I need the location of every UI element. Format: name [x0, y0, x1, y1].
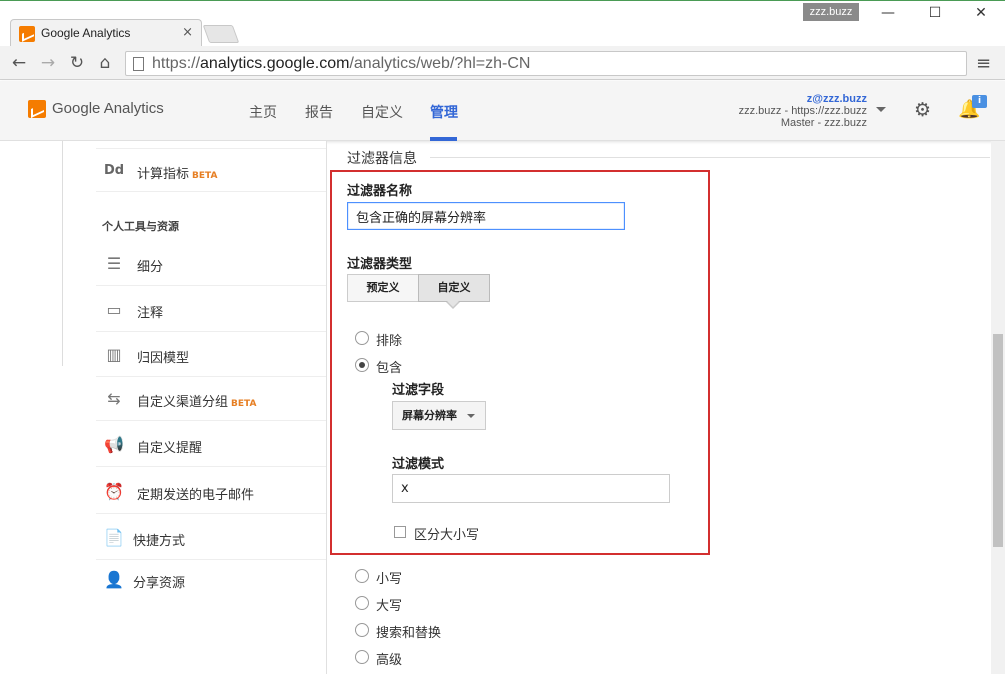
radio-advanced[interactable] — [355, 650, 369, 664]
filter-field-value: 屏幕分辨率 — [402, 409, 457, 422]
radio-search-replace-label[interactable]: 搜索和替换 — [376, 622, 441, 641]
filter-name-label: 过滤器名称 — [347, 184, 413, 199]
close-tab-icon[interactable]: × — [182, 25, 193, 40]
case-sensitive-label[interactable]: 区分大小写 — [414, 524, 479, 543]
radio-advanced-label[interactable]: 高级 — [376, 649, 402, 668]
back-icon[interactable]: ← — [8, 52, 30, 74]
filter-name-input[interactable] — [347, 202, 625, 230]
account-property[interactable]: zzz.buzz - https://zzz.buzz — [739, 105, 867, 117]
document-icon: 📄 — [104, 528, 124, 547]
radio-lowercase[interactable] — [355, 569, 369, 583]
reload-icon[interactable]: ↻ — [66, 52, 88, 74]
filter-field-dropdown[interactable]: 屏幕分辨率 — [392, 401, 486, 430]
channel-grouping-icon: ⇆ — [107, 389, 121, 408]
sidebar-item-share-assets[interactable]: 👤 分享资源 — [96, 558, 326, 602]
sidebar-divider — [62, 141, 63, 366]
page-icon — [133, 57, 144, 71]
nav-reports[interactable]: 报告 — [305, 102, 333, 122]
segments-icon: ☰ — [106, 254, 122, 273]
sidebar-item-segments[interactable]: ☰ 细分 — [96, 242, 326, 286]
nav-customization[interactable]: 自定义 — [361, 102, 403, 122]
beta-badge: BETA — [192, 171, 218, 181]
selected-tab-pointer — [446, 301, 460, 309]
radio-include[interactable] — [355, 358, 369, 372]
nav-admin[interactable]: 管理 — [430, 102, 458, 122]
radio-exclude-label[interactable]: 排除 — [376, 330, 402, 349]
ga-logo-text[interactable]: Google Analytics — [52, 100, 164, 117]
sidebar-item-label: 快捷方式 — [133, 534, 186, 549]
radio-search-replace[interactable] — [355, 623, 369, 637]
sidebar-item-label: 细分 — [137, 260, 164, 275]
sidebar-item-label: 自定义提醒 — [137, 441, 203, 456]
sidebar-item-calculated-metrics[interactable]: Dd 计算指标 BETA — [96, 148, 326, 192]
sidebar-item-label: 分享资源 — [133, 576, 186, 591]
add-user-icon: 👤 — [104, 570, 124, 589]
radio-include-label[interactable]: 包含 — [376, 357, 402, 376]
radio-exclude[interactable] — [355, 331, 369, 345]
filter-pattern-label: 过滤模式 — [392, 457, 445, 472]
minimize-icon[interactable]: — — [873, 5, 903, 25]
case-sensitive-checkbox[interactable] — [394, 526, 406, 538]
gear-icon[interactable]: ⚙ — [914, 99, 931, 121]
filter-pattern-input[interactable] — [392, 474, 670, 503]
google-analytics-logo-icon[interactable] — [28, 100, 46, 118]
megaphone-icon: 📢 — [104, 435, 124, 454]
radio-uppercase-label[interactable]: 大写 — [376, 595, 402, 614]
tab-title: Google Analytics — [41, 26, 131, 40]
browser-titlebar: Google Analytics × zzz.buzz — ☐ ✕ — [0, 0, 1005, 47]
calculated-metrics-icon: Dd — [104, 163, 125, 178]
sidebar-item-label: 定期发送的电子邮件 — [137, 488, 255, 503]
sidebar-item-custom-alerts[interactable]: 📢 自定义提醒 — [96, 423, 326, 467]
filter-field-label: 过滤字段 — [392, 383, 445, 398]
section-divider — [430, 157, 990, 158]
filter-info-title: 过滤器信息 — [347, 151, 417, 167]
home-icon[interactable]: ⌂ — [94, 52, 116, 74]
sidebar-item-label: 计算指标 — [137, 167, 190, 182]
account-view[interactable]: Master - zzz.buzz — [781, 117, 867, 129]
sidebar-item-label: 归因模型 — [137, 351, 190, 366]
chevron-down-icon — [467, 414, 475, 418]
sidebar-item-shortcuts[interactable]: 📄 快捷方式 — [96, 516, 326, 560]
beta-badge: BETA — [231, 399, 257, 409]
radio-uppercase[interactable] — [355, 596, 369, 610]
account-email[interactable]: z@zzz.buzz — [807, 93, 867, 105]
tab-predefined[interactable]: 预定义 — [347, 274, 419, 302]
nav-home[interactable]: 主页 — [249, 102, 277, 122]
profile-badge[interactable]: zzz.buzz — [803, 3, 859, 21]
ga-header: Google Analytics 主页 报告 自定义 管理 z@zzz.buzz… — [0, 81, 1005, 141]
sidebar-item-custom-channel-grouping[interactable]: ⇆ 自定义渠道分组 BETA — [96, 377, 326, 421]
maximize-icon[interactable]: ☐ — [920, 5, 950, 25]
sidebar-item-label: 自定义渠道分组 — [137, 395, 229, 410]
sidebar-item-annotations[interactable]: ▭ 注释 — [96, 288, 326, 332]
filter-type-label: 过滤器类型 — [347, 257, 413, 272]
sidebar-section-title: 个人工具与资源 — [102, 220, 179, 233]
notification-badge[interactable]: i — [972, 95, 987, 108]
tab-custom[interactable]: 自定义 — [418, 274, 490, 302]
close-window-icon[interactable]: ✕ — [966, 5, 996, 25]
page-scrollbar[interactable] — [991, 141, 1005, 674]
account-dropdown-icon[interactable] — [876, 107, 886, 112]
google-analytics-favicon-icon — [19, 26, 35, 42]
address-url[interactable]: https://analytics.google.com/analytics/w… — [152, 55, 530, 73]
browser-toolbar: ← → ↻ ⌂ https://analytics.google.com/ana… — [0, 46, 1005, 80]
annotation-icon: ▭ — [106, 300, 122, 319]
scrollbar-thumb[interactable] — [993, 334, 1003, 547]
alarm-clock-icon: ⏰ — [104, 482, 124, 501]
address-bar[interactable]: https://analytics.google.com/analytics/w… — [125, 51, 967, 76]
active-nav-underline — [430, 137, 457, 141]
radio-lowercase-label[interactable]: 小写 — [376, 568, 402, 587]
new-tab-button[interactable] — [202, 25, 240, 43]
forward-icon[interactable]: → — [37, 52, 59, 74]
bar-chart-icon: ▥ — [106, 345, 122, 364]
browser-tab[interactable]: Google Analytics × — [10, 19, 202, 47]
sidebar-item-scheduled-emails[interactable]: ⏰ 定期发送的电子邮件 — [96, 470, 326, 514]
sidebar-item-label: 注释 — [137, 306, 164, 321]
browser-menu-icon[interactable]: ≡ — [976, 53, 991, 74]
sidebar-item-attribution-models[interactable]: ▥ 归因模型 — [96, 333, 326, 377]
